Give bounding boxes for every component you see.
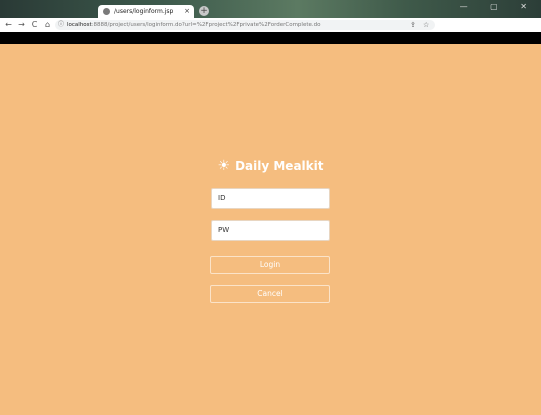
reload-icon[interactable]: C: [29, 18, 40, 32]
share-icon[interactable]: ⇪: [410, 18, 416, 32]
address-bar[interactable]: ⓘ localhost:8888/project/users/loginform…: [55, 20, 435, 30]
window-controls[interactable]: — ▢ ✕: [460, 2, 537, 11]
bookmark-star-icon[interactable]: ☆: [423, 18, 429, 32]
forward-icon[interactable]: →: [16, 18, 27, 32]
login-page: ☀ Daily Mealkit ID PW Login Cancel: [0, 44, 541, 415]
id-input[interactable]: ID: [211, 188, 330, 209]
page-top-strip: [0, 32, 541, 44]
url-path: :8888/project/users/loginform.do?url=%2F…: [91, 22, 321, 28]
url-text: localhost:8888/project/users/loginform.d…: [67, 20, 320, 30]
password-placeholder: PW: [218, 226, 230, 234]
browser-toolbar: ← → C ⌂ ⓘ localhost:8888/project/users/l…: [0, 18, 541, 32]
browser-titlebar: /users/loginform.jsp × + — ▢ ✕: [0, 0, 541, 18]
new-tab-button[interactable]: +: [199, 6, 209, 16]
globe-icon: [103, 8, 110, 15]
home-icon[interactable]: ⌂: [42, 18, 53, 32]
browser-tab[interactable]: /users/loginform.jsp ×: [98, 5, 194, 18]
brand-title: Daily Mealkit: [235, 159, 324, 173]
id-placeholder: ID: [218, 194, 226, 202]
tab-title: /users/loginform.jsp: [114, 8, 174, 15]
sun-icon: ☀: [217, 158, 231, 174]
url-host: localhost: [67, 22, 92, 28]
login-button[interactable]: Login: [210, 256, 330, 274]
close-tab-icon[interactable]: ×: [184, 5, 190, 18]
back-icon[interactable]: ←: [3, 18, 14, 32]
cancel-button[interactable]: Cancel: [210, 285, 330, 303]
password-input[interactable]: PW: [211, 220, 330, 241]
info-icon[interactable]: ⓘ: [58, 20, 64, 30]
brand-heading: ☀ Daily Mealkit: [0, 156, 541, 176]
